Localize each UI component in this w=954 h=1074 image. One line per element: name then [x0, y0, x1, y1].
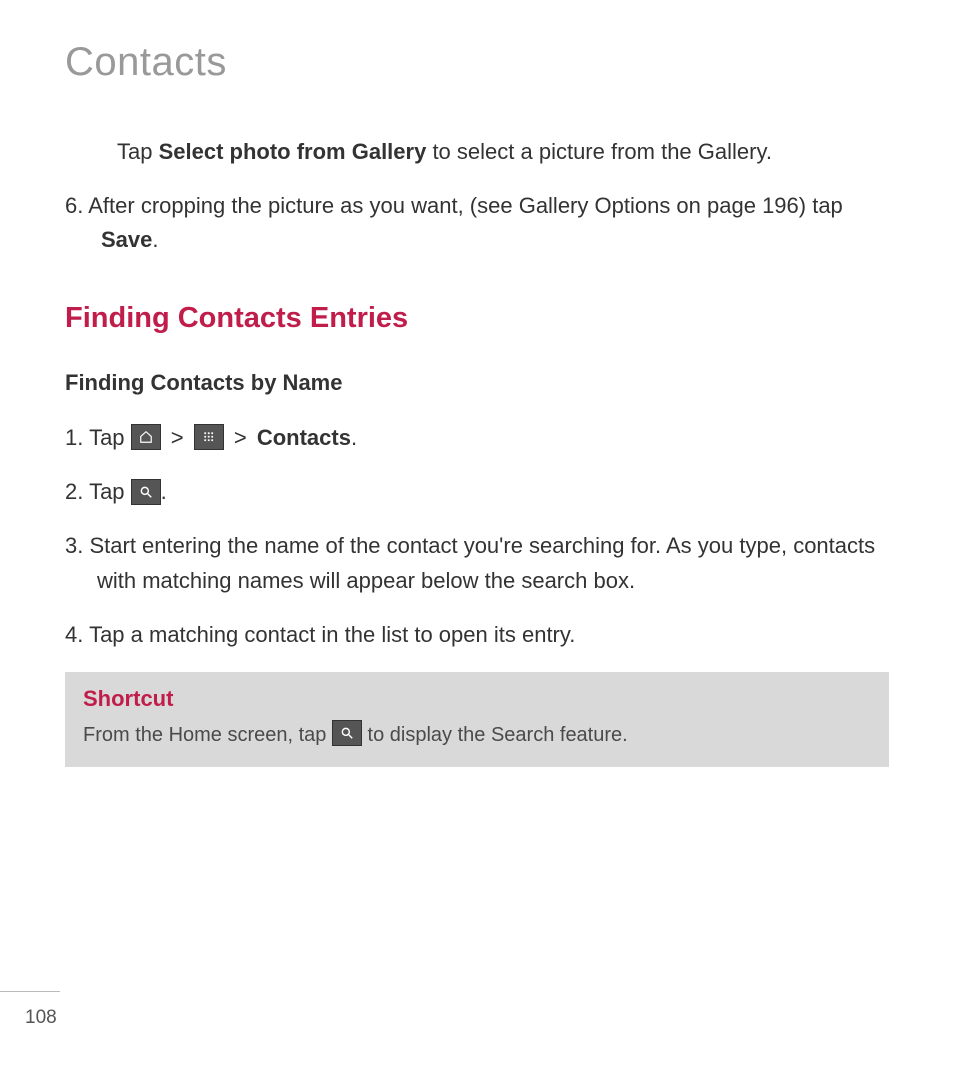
text: . [351, 425, 357, 450]
text: Tap [89, 479, 131, 504]
apps-icon [194, 424, 224, 450]
step-number: 4. [65, 622, 89, 647]
footer-divider [0, 991, 60, 992]
step-1: 1. Tap > > Contacts. [65, 421, 889, 455]
step-number: 1. [65, 425, 89, 450]
shortcut-body: From the Home screen, tap to display the… [83, 720, 871, 751]
text: Start entering the name of the contact y… [89, 533, 875, 592]
text: After cropping the picture as you want, … [88, 193, 843, 218]
page-number: 108 [25, 1007, 57, 1029]
bold-text: Select photo from Gallery [159, 139, 427, 164]
text: Tap a matching contact in the list to op… [89, 622, 575, 647]
text: . [152, 227, 158, 252]
bold-text: Contacts [257, 425, 351, 450]
step-number: 6. [65, 193, 88, 218]
step-number: 2. [65, 479, 89, 504]
text: From the Home screen, tap [83, 724, 332, 746]
bold-text: Save [101, 227, 152, 252]
step-2: 2. Tap . [65, 475, 889, 509]
search-icon [131, 479, 161, 505]
step-3: 3. Start entering the name of the contac… [65, 529, 889, 597]
home-icon [131, 424, 161, 450]
section-heading: Finding Contacts Entries [65, 302, 889, 335]
shortcut-title: Shortcut [83, 686, 871, 712]
search-icon [332, 720, 362, 746]
text: Tap [89, 425, 131, 450]
step-6: 6. After cropping the picture as you wan… [65, 189, 889, 257]
page-title: Contacts [65, 40, 889, 85]
text: to select a picture from the Gallery. [426, 139, 772, 164]
text: Tap [117, 139, 159, 164]
text: to display the Search feature. [368, 724, 628, 746]
step-4: 4. Tap a matching contact in the list to… [65, 618, 889, 652]
shortcut-box: Shortcut From the Home screen, tap to di… [65, 672, 889, 767]
sub-heading: Finding Contacts by Name [65, 370, 889, 396]
separator: > [171, 425, 190, 450]
intro-paragraph: Tap Select photo from Gallery to select … [65, 135, 889, 169]
text: . [161, 479, 167, 504]
separator: > [234, 425, 253, 450]
step-number: 3. [65, 533, 89, 558]
